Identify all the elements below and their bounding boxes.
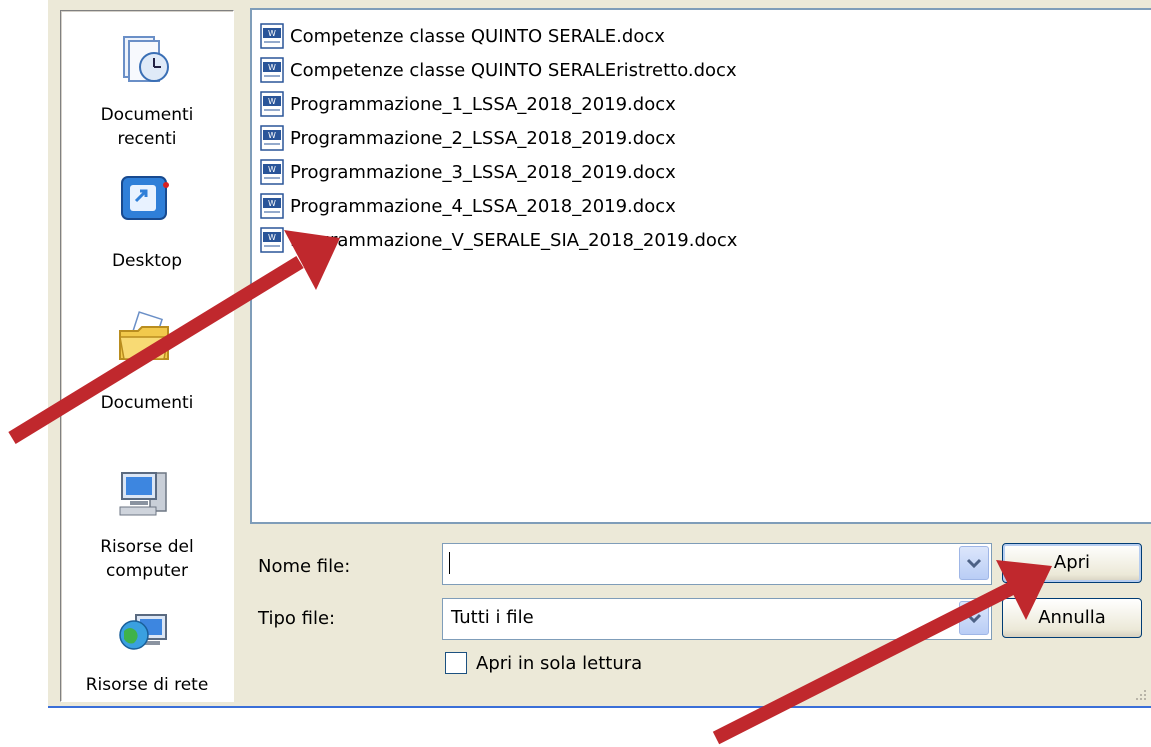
annotation-arrow-open	[712, 560, 1052, 745]
annotation-overlay	[8, 230, 1052, 745]
annotation-arrow-file	[8, 230, 340, 444]
